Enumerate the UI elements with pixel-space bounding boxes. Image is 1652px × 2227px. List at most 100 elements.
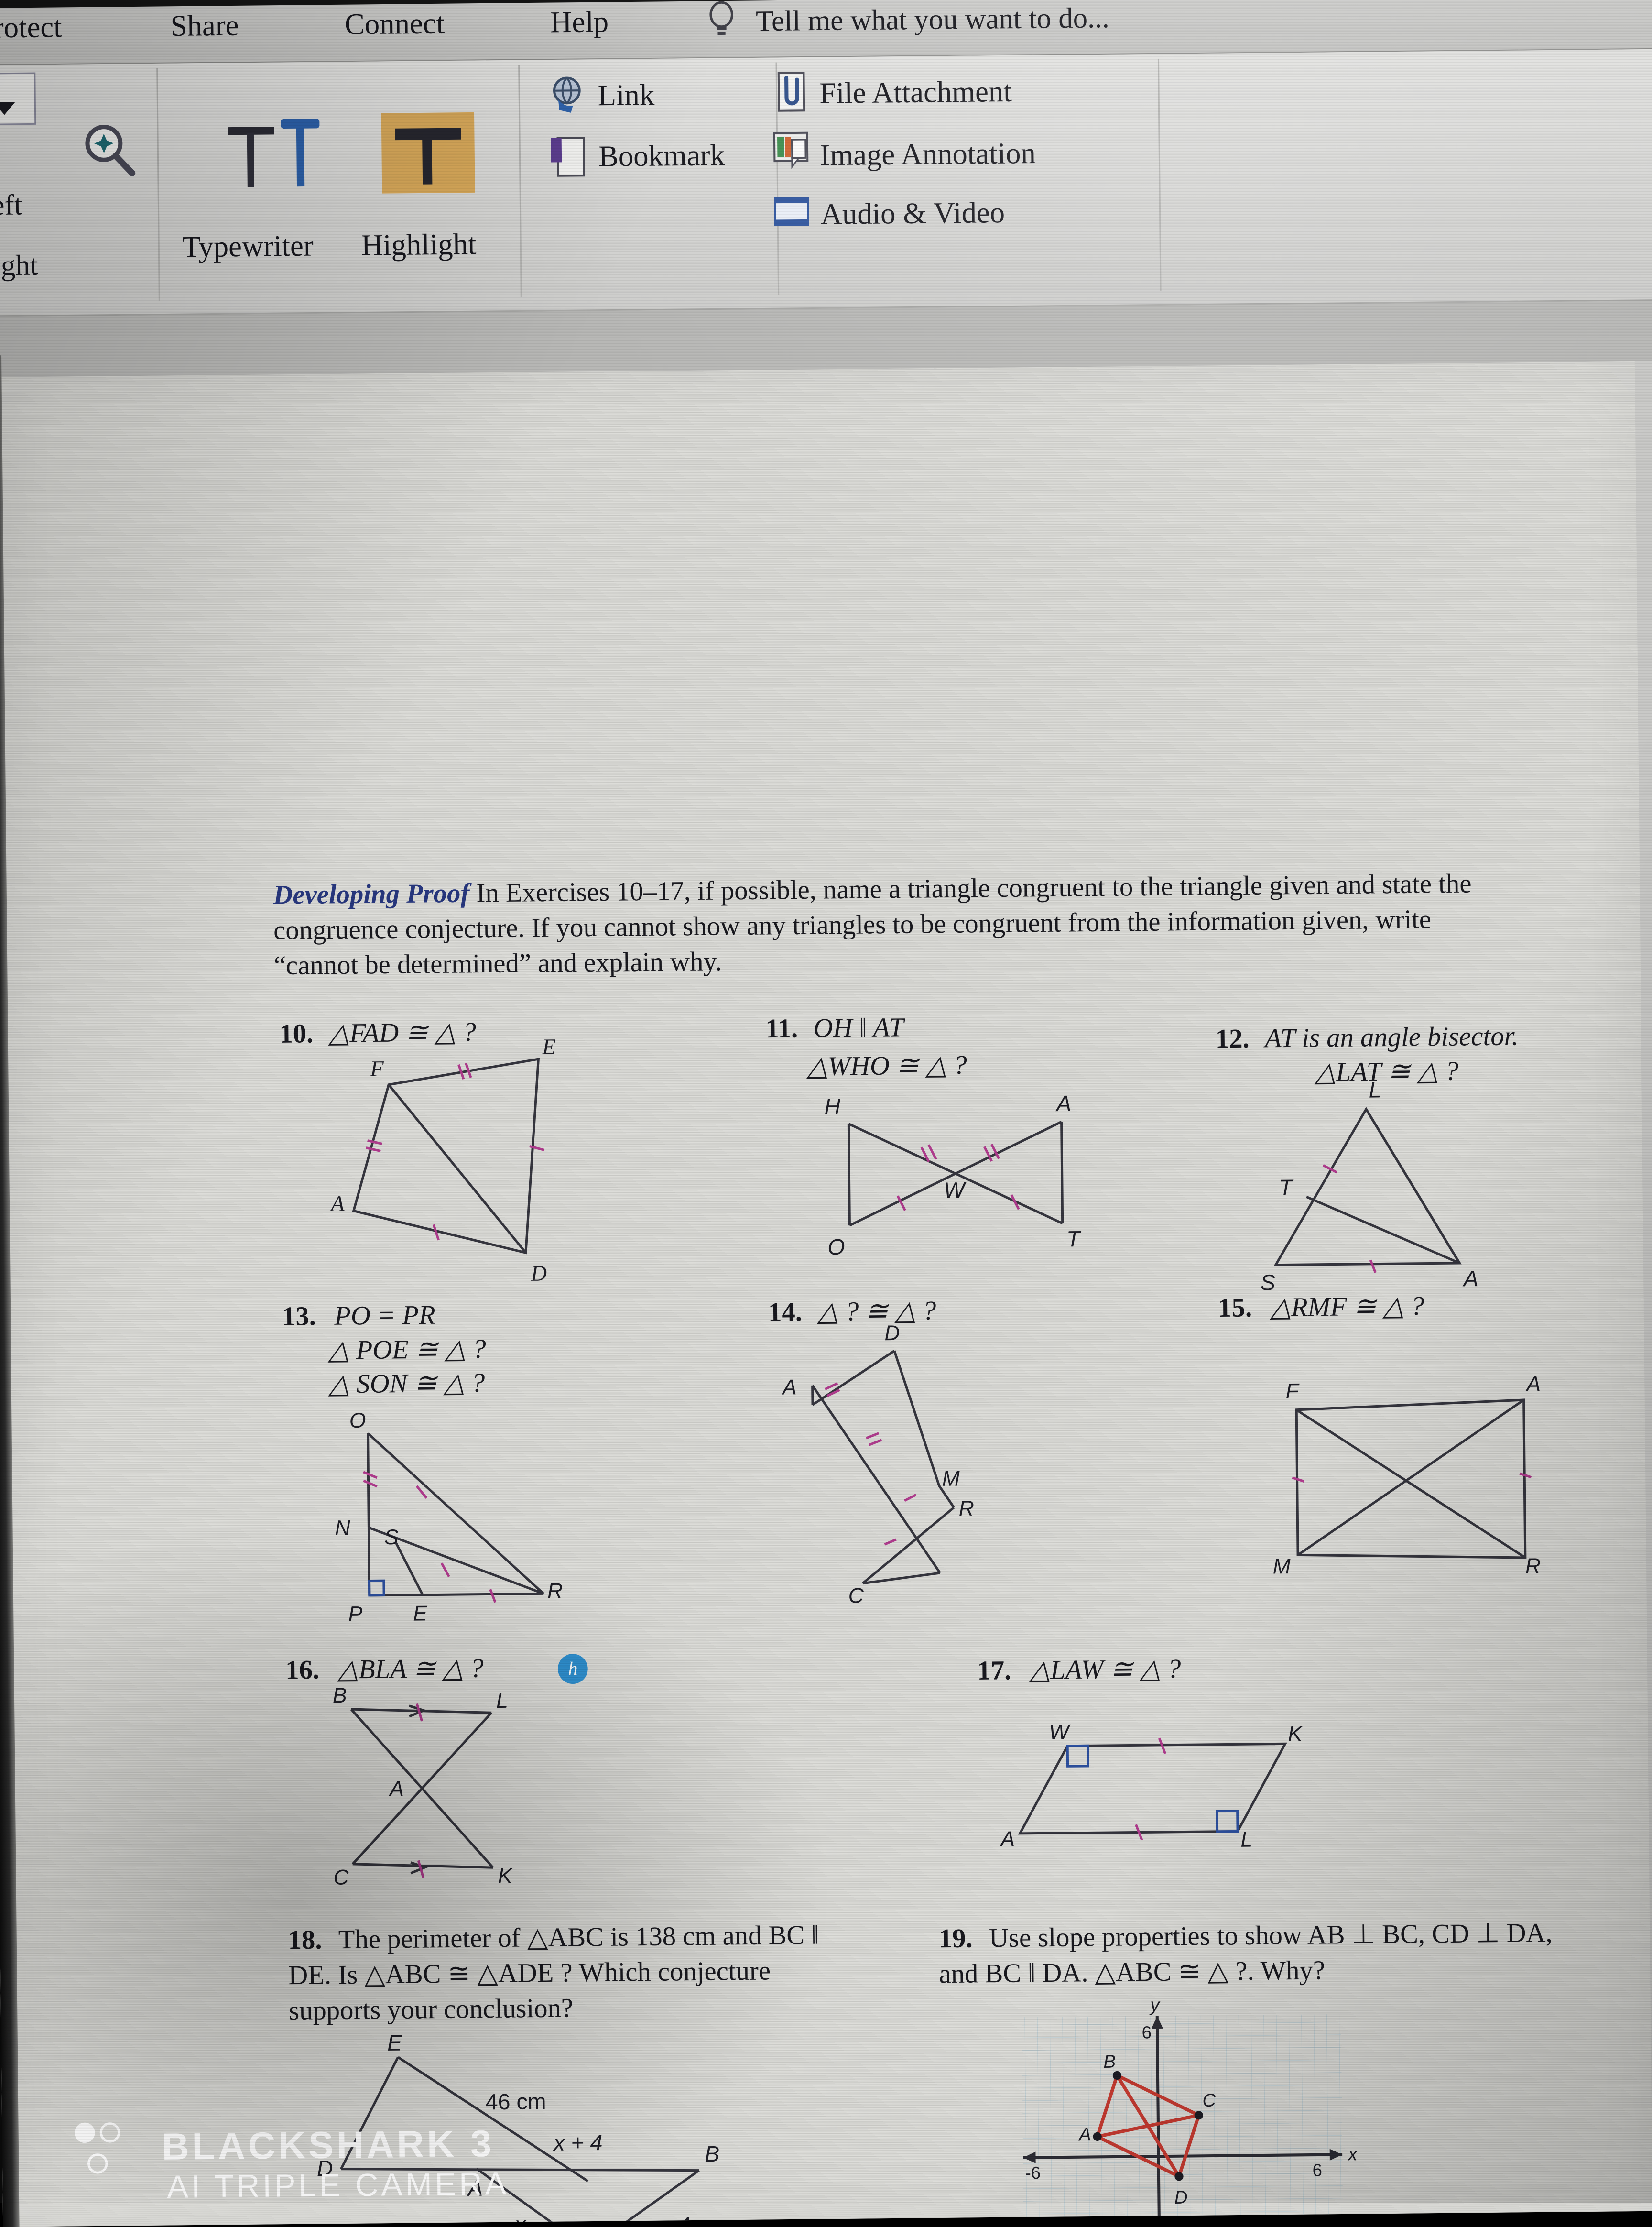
exercise-12-heading: 12. AT is an angle bisector.: [1216, 1021, 1519, 1055]
svg-text:M: M: [942, 1467, 960, 1490]
exercise-13-text: PO = PR: [334, 1300, 435, 1331]
tab-protect[interactable]: Protect: [0, 10, 62, 45]
exercise-18: 18. The perimeter of △ABC is 138 cm and …: [288, 1918, 840, 2029]
exercise-11-text2: △WHO ≅ △ ?: [807, 1049, 967, 1082]
align-right-button[interactable]: Right: [0, 249, 38, 283]
exercise-17-heading: 17. △LAW ≅ △ ?: [977, 1653, 1181, 1686]
audio-video-button[interactable]: Audio & Video: [820, 196, 1005, 232]
svg-text:P: P: [348, 1603, 362, 1626]
svg-text:O: O: [349, 1409, 366, 1432]
svg-text:E: E: [542, 1035, 556, 1059]
exercise-13-heading: 13. PO = PR: [282, 1299, 435, 1332]
file-attachment-button[interactable]: File Attachment: [819, 75, 1012, 111]
y-tick-6: 6: [1142, 2022, 1152, 2042]
exercise-10-text: △FAD ≅ △ ?: [328, 1017, 476, 1048]
bookmark-button[interactable]: Bookmark: [598, 139, 726, 174]
axis-y-label: y: [1149, 1995, 1161, 2015]
highlight-label[interactable]: Highlight: [361, 228, 476, 263]
svg-text:D: D: [884, 1321, 900, 1345]
group-divider: [156, 68, 160, 301]
svg-text:K: K: [498, 1864, 513, 1888]
typewriter-icon[interactable]: [225, 113, 332, 191]
zoom-level-combobox[interactable]: %: [0, 73, 36, 126]
lightbulb-icon: [707, 1, 736, 38]
exercise-15-heading: 15. △RMF ≅ △ ?: [1218, 1290, 1424, 1323]
align-left-button[interactable]: Left: [0, 188, 22, 222]
svg-text:E: E: [413, 1602, 428, 1625]
svg-text:E: E: [387, 2030, 402, 2055]
exercise-18-text: The perimeter of △ABC is 138 cm and BC ‖…: [288, 1920, 819, 2026]
exercise-14-number: 14.: [768, 1297, 802, 1327]
exercise-10-number: 10.: [279, 1019, 313, 1049]
tab-help[interactable]: Help: [550, 5, 609, 40]
svg-text:R: R: [1525, 1554, 1541, 1578]
exercise-13-text2: △ POE ≅ △ ?: [328, 1333, 486, 1366]
svg-text:W: W: [1049, 1720, 1071, 1744]
audio-video-icon[interactable]: [773, 192, 810, 234]
exercise-15-text: △RMF ≅ △ ?: [1270, 1291, 1424, 1322]
link-icon[interactable]: [549, 75, 587, 117]
image-annotation-icon[interactable]: [772, 130, 810, 172]
svg-text:A: A: [1055, 1091, 1072, 1116]
pdf-page[interactable]: Developing Proof In Exercises 10–17, if …: [0, 361, 1652, 2227]
highlight-icon[interactable]: [380, 111, 477, 195]
svg-text:B: B: [333, 1684, 347, 1707]
exercise-16-badge[interactable]: h: [558, 1654, 588, 1684]
typewriter-label[interactable]: Typewriter: [182, 229, 314, 264]
tab-share[interactable]: Share: [170, 9, 239, 44]
monitor-screen: Protect Share Connect Help Tell me what …: [0, 0, 1652, 2227]
exercise-18-number: 18.: [288, 1925, 322, 1955]
point-label-A: A: [1078, 2124, 1091, 2145]
point-label-D: D: [1174, 2187, 1188, 2208]
svg-text:R: R: [959, 1497, 975, 1520]
figure-16: B L A C K: [332, 1698, 556, 1893]
exercise-11-text: OH ‖ AT: [813, 1013, 904, 1044]
svg-text:S: S: [384, 1526, 399, 1549]
exercise-16-text: △BLA ≅ △ ?: [337, 1653, 484, 1685]
exercise-12-text2: △LAT ≅ △ ?: [1315, 1055, 1459, 1088]
svg-text:D: D: [530, 1261, 547, 1286]
exercise-19-number: 19.: [938, 1923, 972, 1954]
group-divider: [518, 65, 522, 297]
bookmark-icon[interactable]: [550, 136, 587, 178]
svg-text:L: L: [1369, 1077, 1381, 1102]
magnifier-icon[interactable]: [79, 121, 138, 180]
exercise-13-number: 13.: [282, 1301, 316, 1332]
developing-proof-tag: Developing Proof: [273, 878, 469, 910]
svg-text:A: A: [1462, 1266, 1479, 1291]
exercise-12-number: 12.: [1216, 1024, 1250, 1054]
svg-text:A: A: [329, 1192, 345, 1216]
file-attachment-icon[interactable]: [772, 71, 809, 113]
tab-connect[interactable]: Connect: [345, 7, 445, 42]
figure-11: H A W O T: [824, 1092, 1097, 1279]
x-tick-neg6: -6: [1025, 2163, 1041, 2183]
ribbon-body: % Left Right: [0, 49, 1652, 317]
svg-text:A: A: [1525, 1373, 1541, 1396]
chevron-down-icon[interactable]: [0, 102, 15, 115]
exercise-17-number: 17.: [977, 1656, 1011, 1686]
exercise-16-heading: 16. △BLA ≅ △ ?: [285, 1652, 484, 1686]
svg-text:K: K: [1288, 1722, 1303, 1746]
point-label-C: C: [1202, 2090, 1216, 2111]
figure-12: L T S A: [1255, 1098, 1508, 1289]
fig18-annotation-xplus4: x + 4: [553, 2130, 603, 2155]
svg-text:H: H: [824, 1094, 840, 1119]
tell-me-search-box[interactable]: Tell me what you want to do...: [756, 1, 1109, 38]
fig18-annotation-xminus4: x − 4: [641, 2212, 691, 2227]
image-annotation-button[interactable]: Image Annotation: [820, 136, 1036, 173]
svg-text:F: F: [1285, 1379, 1300, 1403]
figure-14: D A M R C: [793, 1340, 1047, 1623]
exercise-13-congruence-2: △ SON ≅ △ ?: [328, 1368, 485, 1399]
exercise-19-text: Use slope properties to show AB ⊥ BC, CD…: [939, 1918, 1553, 1989]
exercise-13-text3: △ SON ≅ △ ?: [328, 1367, 485, 1400]
svg-text:C: C: [848, 1584, 864, 1607]
link-button[interactable]: Link: [598, 78, 654, 113]
photo-of-screen: Protect Share Connect Help Tell me what …: [0, 0, 1652, 2203]
developing-proof-paragraph: Developing Proof In Exercises 10–17, if …: [273, 866, 1512, 983]
exercise-16-number: 16.: [285, 1655, 319, 1685]
figure-17: W K A L: [1014, 1734, 1315, 1872]
svg-text:L: L: [496, 1689, 508, 1713]
x-tick-6: 6: [1312, 2160, 1322, 2180]
svg-text:T: T: [1066, 1226, 1082, 1251]
svg-text:M: M: [1272, 1555, 1291, 1578]
